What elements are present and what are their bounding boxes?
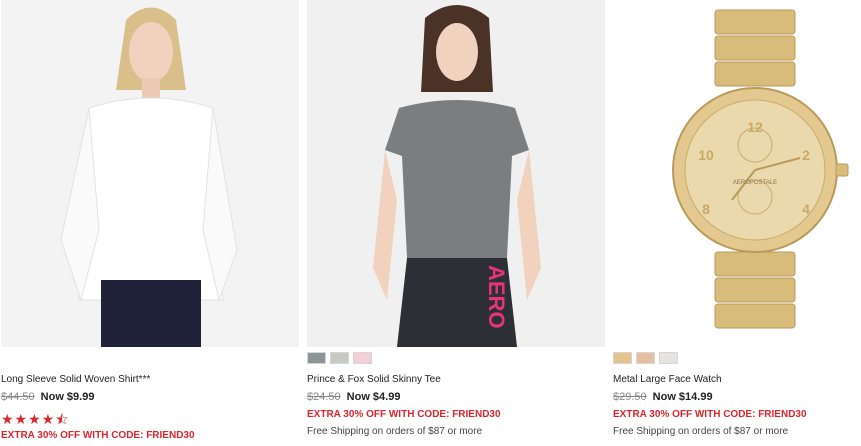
product-card-tee[interactable]: AERO Prince & Fox Solid Skinny Tee $24.5… — [306, 0, 606, 437]
color-swatch[interactable] — [307, 352, 326, 364]
model-tee-illustration: AERO — [307, 0, 605, 347]
graphic-text: AERO — [484, 265, 509, 329]
watch-brand-text: AEROPOSTALE — [733, 180, 777, 186]
product-name[interactable]: Prince & Fox Solid Skinny Tee — [307, 374, 441, 385]
sale-price: Now $9.99 — [40, 391, 95, 403]
color-swatch[interactable] — [636, 352, 655, 364]
color-swatch[interactable] — [353, 352, 372, 364]
svg-text:10: 10 — [698, 147, 714, 163]
original-price: $29.50 — [613, 391, 647, 403]
product-image-shirt[interactable] — [1, 0, 299, 347]
product-image-watch[interactable]: AEROPOSTALE 12 10 2 8 4 — [612, 0, 861, 347]
promo-text: EXTRA 30% OFF WITH CODE: FRIEND30 — [613, 409, 807, 420]
shipping-text: Free Shipping on orders of $87 or more — [613, 426, 789, 437]
svg-text:12: 12 — [747, 119, 763, 135]
promo-text: EXTRA 30% OFF WITH CODE: FRIEND30 — [1, 430, 195, 441]
color-swatch[interactable] — [613, 352, 632, 364]
original-price: $44.50 — [1, 391, 35, 403]
svg-text:8: 8 — [702, 201, 710, 217]
color-swatch[interactable] — [330, 352, 349, 364]
color-swatches — [613, 352, 678, 364]
product-name[interactable]: Metal Large Face Watch — [613, 374, 722, 385]
product-name[interactable]: Long Sleeve Solid Woven Shirt*** — [1, 374, 150, 385]
shipping-text: Free Shipping on orders of $87 or more — [307, 426, 483, 437]
color-swatch[interactable] — [659, 352, 678, 364]
svg-text:2: 2 — [802, 147, 810, 163]
product-price: $24.50 Now $4.99 — [307, 391, 400, 403]
sale-price: Now $4.99 — [346, 391, 401, 403]
color-swatches — [307, 352, 372, 364]
model-shirt-illustration — [1, 0, 299, 347]
promo-text: EXTRA 30% OFF WITH CODE: FRIEND30 — [307, 409, 501, 420]
product-price: $44.50 Now $9.99 — [1, 391, 94, 403]
watch-illustration: AEROPOSTALE 12 10 2 8 4 — [612, 0, 861, 347]
product-card-shirt[interactable]: Long Sleeve Solid Woven Shirt*** $44.50 N… — [0, 0, 300, 441]
product-card-watch[interactable]: AEROPOSTALE 12 10 2 8 4 Metal Large Face… — [612, 0, 861, 437]
product-image-tee[interactable]: AERO — [307, 0, 605, 347]
product-price: $29.50 Now $14.99 — [613, 391, 713, 403]
sale-price: Now $14.99 — [652, 391, 713, 403]
svg-text:4: 4 — [802, 201, 810, 217]
original-price: $24.50 — [307, 391, 341, 403]
